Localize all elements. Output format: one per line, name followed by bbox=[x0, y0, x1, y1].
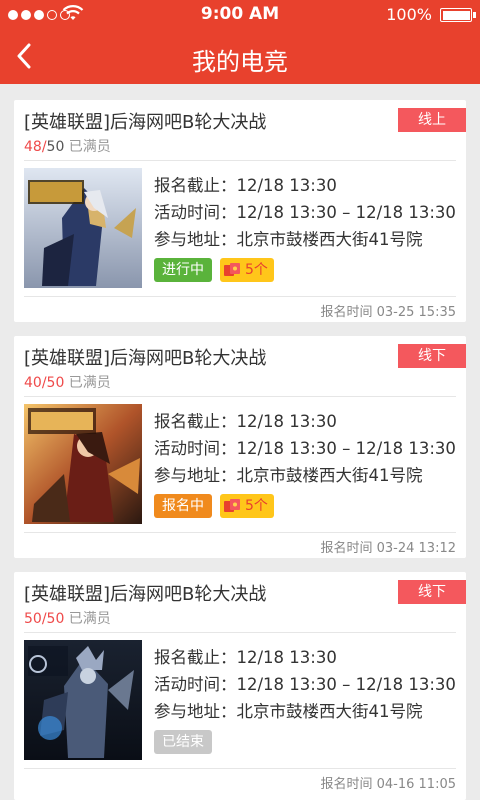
status-badge: 已结束 bbox=[154, 730, 212, 754]
battery-percent: 100% bbox=[386, 5, 432, 24]
redpack-badge: 5个 bbox=[220, 494, 274, 518]
divider bbox=[24, 768, 456, 769]
divider bbox=[24, 160, 456, 161]
game-thumbnail bbox=[24, 168, 142, 288]
signup-time: 报名时间 03-24 13:12 bbox=[320, 541, 456, 556]
member-count-current: 48/ bbox=[24, 139, 47, 155]
activity-time: 活动时间：12/18 13:30 – 12/18 13:30 bbox=[154, 439, 456, 458]
badge-row: 报名中 5个 bbox=[154, 494, 274, 518]
badge-row: 已结束 bbox=[154, 730, 212, 754]
app-header: 9:00 AM 100% 我的电竞 bbox=[0, 0, 480, 84]
member-count: 40/50 已满员 bbox=[24, 372, 111, 392]
match-title: [英雄联盟]后海网吧B轮大决战 bbox=[24, 112, 267, 133]
redpack-count: 5个 bbox=[245, 262, 268, 278]
member-status: 已满员 bbox=[64, 611, 111, 627]
divider bbox=[24, 296, 456, 297]
match-title: [英雄联盟]后海网吧B轮大决战 bbox=[24, 348, 267, 369]
member-count: 48/50 已满员 bbox=[24, 136, 111, 156]
match-card[interactable]: [英雄联盟]后海网吧B轮大决战 线上 48/50 已满员 报名截止：12/18 … bbox=[14, 100, 466, 322]
signup-time: 报名时间 04-16 11:05 bbox=[320, 777, 456, 792]
game-thumbnail bbox=[24, 404, 142, 524]
member-status: 已满员 bbox=[64, 139, 111, 155]
match-card[interactable]: [英雄联盟]后海网吧B轮大决战 线下 50/50 已满员 报名截止：12/18 … bbox=[14, 572, 466, 800]
activity-address: 参与地址：北京市鼓楼西大街41号院 bbox=[154, 230, 423, 249]
match-info: 报名截止：12/18 13:30 活动时间：12/18 13:30 – 12/1… bbox=[154, 172, 456, 253]
badge-row: 进行中 5个 bbox=[154, 258, 274, 282]
match-type-tag: 线上 bbox=[398, 108, 466, 132]
activity-time: 活动时间：12/18 13:30 – 12/18 13:30 bbox=[154, 203, 456, 222]
status-badge: 报名中 bbox=[154, 494, 212, 518]
match-info: 报名截止：12/18 13:30 活动时间：12/18 13:30 – 12/1… bbox=[154, 644, 456, 725]
divider bbox=[24, 396, 456, 397]
divider bbox=[24, 532, 456, 533]
match-title: [英雄联盟]后海网吧B轮大决战 bbox=[24, 584, 267, 605]
red-envelope-icon bbox=[224, 499, 240, 512]
activity-time: 活动时间：12/18 13:30 – 12/18 13:30 bbox=[154, 675, 456, 694]
member-count-current: 40/50 bbox=[24, 375, 65, 391]
redpack-count: 5个 bbox=[245, 498, 268, 514]
signup-time: 报名时间 03-25 15:35 bbox=[320, 305, 456, 320]
status-bar: 9:00 AM 100% bbox=[0, 0, 480, 30]
redpack-badge: 5个 bbox=[220, 258, 274, 282]
member-count-current: 50/50 bbox=[24, 611, 65, 627]
page-title: 我的电竞 bbox=[192, 48, 288, 76]
member-status: 已满员 bbox=[64, 375, 111, 391]
member-count: 50/50 已满员 bbox=[24, 608, 111, 628]
signup-deadline: 报名截止：12/18 13:30 bbox=[154, 412, 337, 431]
match-card[interactable]: [英雄联盟]后海网吧B轮大决战 线下 40/50 已满员 报名截止：12/18 … bbox=[14, 336, 466, 558]
red-envelope-icon bbox=[224, 263, 240, 276]
status-badge: 进行中 bbox=[154, 258, 212, 282]
member-count-capacity: 50 bbox=[46, 139, 65, 155]
divider bbox=[24, 632, 456, 633]
signup-deadline: 报名截止：12/18 13:30 bbox=[154, 176, 337, 195]
game-thumbnail bbox=[24, 640, 142, 760]
activity-address: 参与地址：北京市鼓楼西大街41号院 bbox=[154, 466, 423, 485]
signup-deadline: 报名截止：12/18 13:30 bbox=[154, 648, 337, 667]
match-type-tag: 线下 bbox=[398, 580, 466, 604]
match-type-tag: 线下 bbox=[398, 344, 466, 368]
match-info: 报名截止：12/18 13:30 活动时间：12/18 13:30 – 12/1… bbox=[154, 408, 456, 489]
battery-icon bbox=[440, 8, 476, 22]
activity-address: 参与地址：北京市鼓楼西大街41号院 bbox=[154, 702, 423, 721]
